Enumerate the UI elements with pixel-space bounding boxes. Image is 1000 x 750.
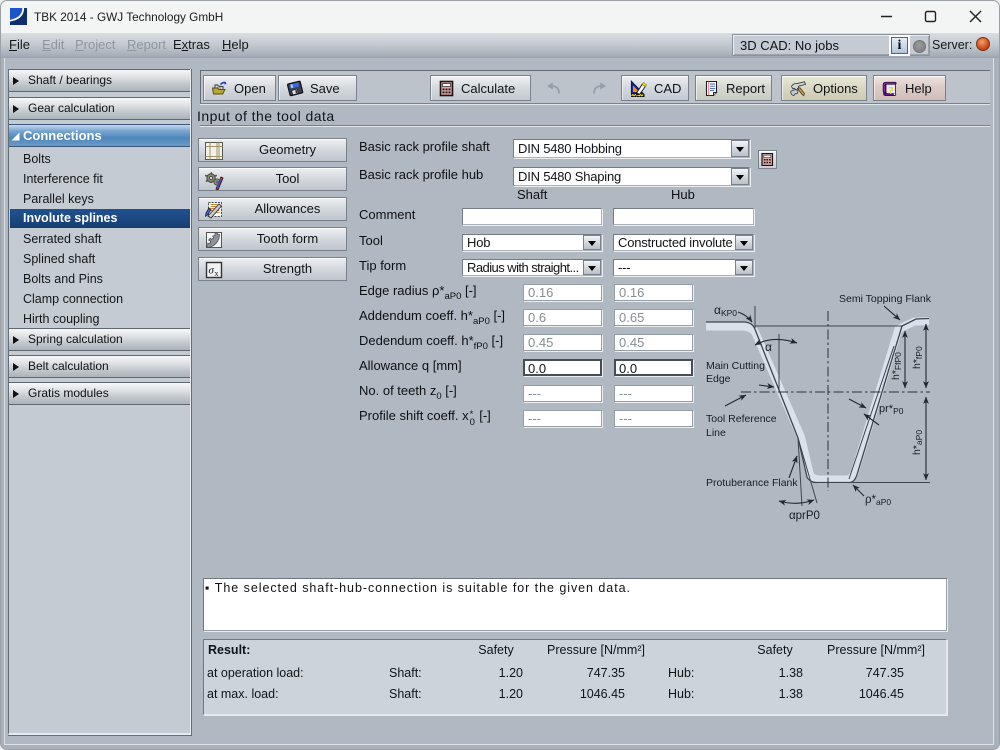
svg-text:pr*P0: pr*P0 (879, 403, 904, 416)
svg-text:αKP0: αKP0 (714, 303, 737, 318)
svg-text:α: α (765, 340, 772, 354)
svg-text:ρ*aP0: ρ*aP0 (865, 494, 891, 507)
svg-text:Line: Line (706, 427, 726, 439)
svg-text:?: ? (888, 84, 894, 96)
svg-text:h*fP0: h*fP0 (911, 346, 924, 369)
svg-text:Semi Topping Flank: Semi Topping Flank (839, 293, 932, 305)
svg-text:Main Cutting: Main Cutting (706, 360, 765, 372)
svg-text:αprP0: αprP0 (789, 510, 820, 522)
svg-text:Protuberance Flank: Protuberance Flank (706, 477, 798, 489)
svg-text:x: x (215, 269, 219, 278)
svg-text:h*aP0: h*aP0 (911, 430, 924, 455)
svg-text:Edge: Edge (706, 373, 731, 385)
svg-text:Tool Reference: Tool Reference (706, 413, 777, 425)
